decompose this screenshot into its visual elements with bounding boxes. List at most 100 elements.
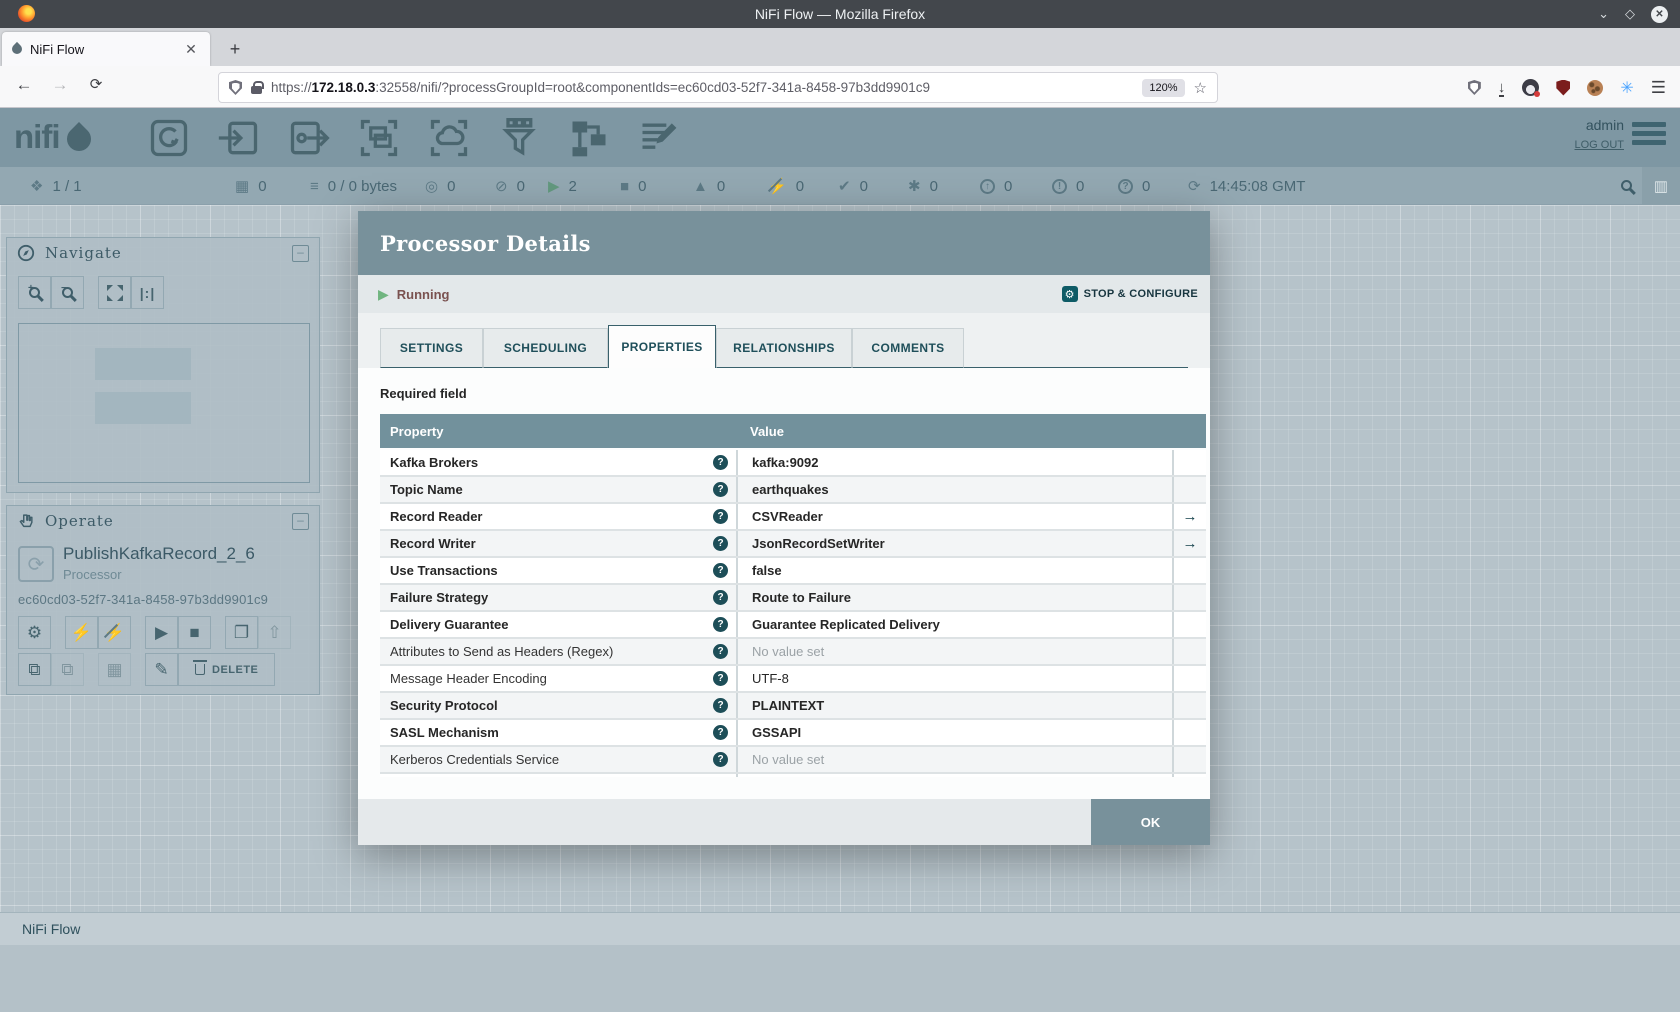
- panel-toggle-button[interactable]: ▥: [1642, 167, 1680, 205]
- window-maximize-button[interactable]: ◇: [1625, 6, 1635, 22]
- disable-button[interactable]: ⚡: [98, 616, 131, 649]
- tab-scheduling[interactable]: SCHEDULING: [483, 328, 608, 368]
- zoom-out-button[interactable]: −: [51, 276, 84, 309]
- help-icon[interactable]: ?: [713, 617, 728, 632]
- template-icon[interactable]: [566, 115, 612, 161]
- property-value: No value set: [736, 639, 1172, 664]
- output-port-icon[interactable]: [286, 115, 332, 161]
- selected-component-type: Processor: [63, 567, 122, 582]
- browser-menu-button[interactable]: ☰: [1651, 78, 1666, 98]
- firefox-logo-icon: [18, 5, 35, 22]
- tab-settings[interactable]: SETTINGS: [380, 328, 483, 368]
- operate-collapse-button[interactable]: –: [292, 512, 309, 530]
- remote-process-group-icon[interactable]: [426, 115, 472, 161]
- help-icon[interactable]: ?: [713, 590, 728, 605]
- forward-button[interactable]: →: [48, 75, 72, 95]
- processor-icon[interactable]: [146, 115, 192, 161]
- transmitting-icon: ◎: [425, 178, 439, 195]
- input-port-icon[interactable]: [216, 115, 262, 161]
- value-column-header: Value: [750, 423, 784, 439]
- window-minimize-button[interactable]: ⌄: [1598, 6, 1609, 22]
- property-name: SASL Mechanism: [390, 725, 499, 740]
- help-icon[interactable]: ?: [713, 725, 728, 740]
- back-button[interactable]: ←: [12, 75, 36, 95]
- breadcrumb-root[interactable]: NiFi Flow: [22, 921, 80, 937]
- tab-properties[interactable]: PROPERTIES: [608, 325, 716, 368]
- logout-link[interactable]: LOG OUT: [1574, 139, 1624, 151]
- status-item-cluster: ❖ 1 / 1: [30, 167, 82, 205]
- new-tab-button[interactable]: +: [222, 36, 248, 62]
- help-icon[interactable]: ?: [713, 644, 728, 659]
- status-item-refresh[interactable]: ⟳ 14:45:08 GMT: [1188, 167, 1305, 205]
- label-icon[interactable]: [636, 115, 682, 161]
- go-to-service-icon[interactable]: →: [1183, 535, 1198, 552]
- paste-button[interactable]: ⧉: [51, 653, 84, 686]
- tab-relationships[interactable]: RELATIONSHIPS: [716, 328, 852, 368]
- funnel-icon[interactable]: [496, 115, 542, 161]
- bookmark-star-icon[interactable]: ☆: [1194, 79, 1207, 97]
- tracking-shield-icon[interactable]: [229, 80, 242, 95]
- color-button[interactable]: ✎: [145, 653, 178, 686]
- birdseye-minimap[interactable]: [18, 323, 310, 483]
- help-icon[interactable]: ?: [713, 671, 728, 686]
- delete-button[interactable]: DELETE: [178, 653, 276, 686]
- protections-shield-icon[interactable]: [1467, 80, 1481, 95]
- flow-status-bar: ▥ ❖ 1 / 1 ▦ 0 ≡ 0 / 0 bytes ◎ 0 ⊘ 0 ▶ 2 ■ 0 ▲ 0 ⚡ 0 ✔ 0 ✱ 0 ↑ 0…: [0, 167, 1680, 205]
- group-button[interactable]: ▦: [98, 653, 131, 686]
- help-icon[interactable]: ?: [713, 698, 728, 713]
- browser-tab[interactable]: NiFi Flow ✕: [2, 32, 210, 66]
- tab-comments[interactable]: COMMENTS: [852, 328, 964, 368]
- help-icon[interactable]: ?: [713, 455, 728, 470]
- invalid-icon: ▲: [693, 177, 708, 195]
- property-value: JsonRecordSetWriter: [736, 531, 1172, 556]
- url-bar[interactable]: https://172.18.0.3:32558/nifi/?processGr…: [218, 72, 1218, 103]
- status-item-sync-failure: ? 0: [1118, 167, 1150, 205]
- property-row: Kafka Brokers? kafka:9092: [380, 450, 1206, 477]
- extension-ublock-icon[interactable]: [1556, 79, 1571, 96]
- tab-close-button[interactable]: ✕: [182, 41, 200, 58]
- property-name: Record Reader: [390, 509, 483, 524]
- zoom-actual-button[interactable]: |:|: [131, 276, 164, 309]
- property-row: Kerberos Credentials Service? No value se…: [380, 747, 1206, 774]
- help-icon[interactable]: ?: [713, 536, 728, 551]
- up-to-date-icon: ✔: [838, 178, 851, 195]
- property-name: Security Protocol: [390, 698, 498, 713]
- extension-mask-icon[interactable]: [1522, 79, 1541, 97]
- search-icon[interactable]: [1621, 178, 1632, 196]
- start-button[interactable]: ▶: [145, 616, 178, 649]
- page-zoom-badge[interactable]: 120%: [1142, 78, 1185, 97]
- hand-icon: [17, 512, 35, 530]
- property-value: No value set: [736, 774, 1172, 777]
- ok-button[interactable]: OK: [1091, 799, 1210, 845]
- status-item-queued: ≡ 0 / 0 bytes: [310, 167, 397, 205]
- property-row: Record Reader? CSVReader →: [380, 504, 1206, 531]
- extension-cookie-icon[interactable]: [1587, 79, 1604, 96]
- process-group-icon[interactable]: [356, 115, 402, 161]
- window-close-button[interactable]: ✕: [1651, 5, 1668, 23]
- navigate-collapse-button[interactable]: –: [292, 244, 309, 262]
- enable-button[interactable]: ⚡: [65, 616, 98, 649]
- extension-colorful-icon[interactable]: ✳: [1620, 78, 1633, 98]
- stop-and-configure-button[interactable]: ⚙ STOP & CONFIGURE: [1061, 286, 1198, 302]
- property-name: Message Header Encoding: [390, 671, 547, 686]
- zoom-in-button[interactable]: +: [18, 276, 51, 309]
- save-template-button[interactable]: ❐: [225, 616, 258, 649]
- global-menu-button[interactable]: [1632, 122, 1666, 149]
- help-icon[interactable]: ?: [713, 482, 728, 497]
- help-icon[interactable]: ?: [713, 563, 728, 578]
- go-to-service-icon[interactable]: →: [1183, 508, 1198, 525]
- selected-component-id: ec60cd03-52f7-341a-8458-97b3dd9901c9: [18, 592, 269, 607]
- required-field-note: Required field: [380, 386, 467, 401]
- configure-button[interactable]: ⚙: [18, 616, 51, 649]
- stop-button[interactable]: ■: [178, 616, 211, 649]
- reload-button[interactable]: ⟳: [84, 75, 108, 93]
- downloads-icon[interactable]: ↓: [1498, 79, 1505, 97]
- upload-template-button[interactable]: ⇧: [258, 616, 291, 649]
- help-icon[interactable]: ?: [713, 509, 728, 524]
- lock-icon[interactable]: [251, 81, 264, 94]
- url-text: https://172.18.0.3:32558/nifi/?processGr…: [271, 80, 930, 95]
- copy-button[interactable]: ⧉: [18, 653, 51, 686]
- table-body[interactable]: Kafka Brokers? kafka:9092 Topic Name? earth…: [380, 448, 1206, 777]
- help-icon[interactable]: ?: [713, 752, 728, 767]
- zoom-fit-button[interactable]: [98, 276, 131, 309]
